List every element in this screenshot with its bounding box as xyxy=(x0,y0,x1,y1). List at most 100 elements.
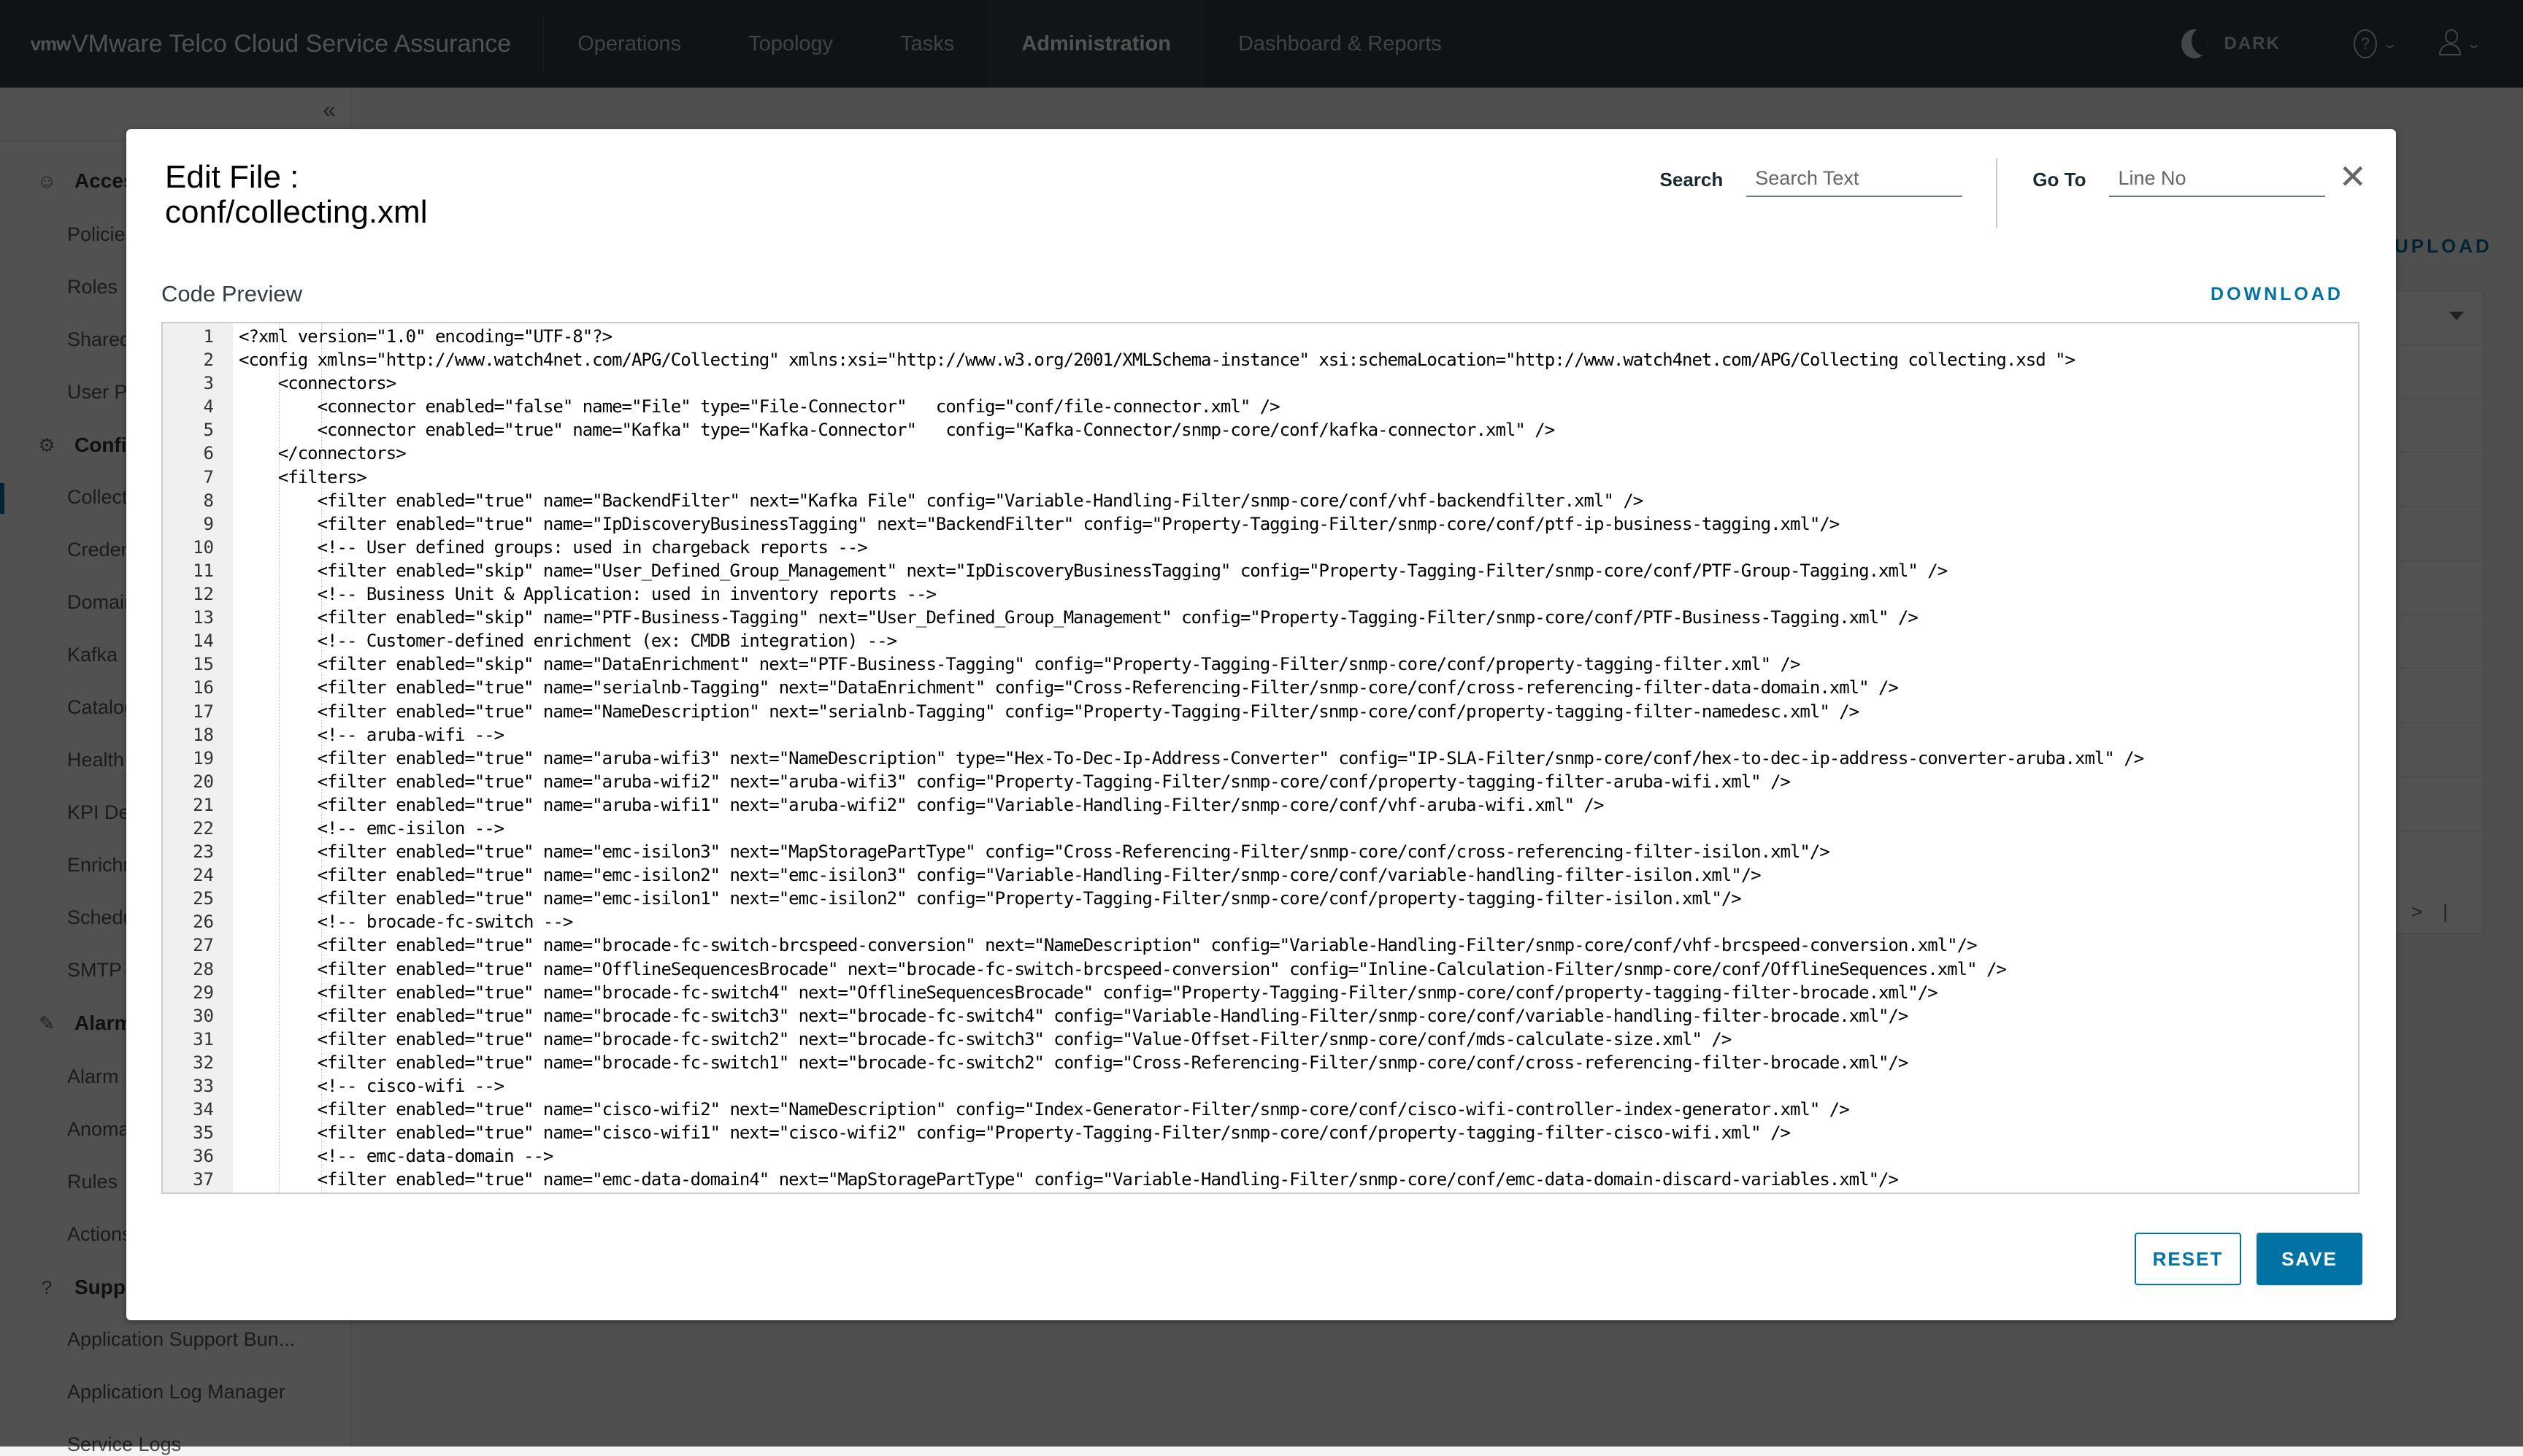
code-text: <filter enabled="true" name="emc-isilon2… xyxy=(239,865,1762,886)
code-line: 29 <filter enabled="true" name="brocade-… xyxy=(163,981,2358,1004)
line-number: 15 xyxy=(193,654,214,675)
code-line: 8 <filter enabled="true" name="BackendFi… xyxy=(163,489,2358,512)
code-line: 12 <!-- Business Unit & Application: use… xyxy=(163,582,2358,606)
line-number: 11 xyxy=(193,560,214,581)
code-text: <filter enabled="true" name="cisco-wifi1… xyxy=(239,1122,1791,1144)
line-number: 13 xyxy=(193,607,214,628)
code-text: <!-- emc-isilon --> xyxy=(239,817,505,839)
code-line: 18 <!-- aruba-wifi --> xyxy=(163,723,2358,747)
line-number: 27 xyxy=(193,935,214,956)
code-line: 11 <filter enabled="skip" name="User_Def… xyxy=(163,559,2358,582)
code-line: 35 <filter enabled="true" name="cisco-wi… xyxy=(163,1121,2358,1144)
search-label: Search xyxy=(1659,169,1724,190)
code-text: <filter enabled="true" name="brocade-fc-… xyxy=(239,1028,1732,1049)
code-line: 34 <filter enabled="true" name="cisco-wi… xyxy=(163,1098,2358,1121)
code-line: 19 <filter enabled="true" name="aruba-wi… xyxy=(163,747,2358,770)
line-number: 35 xyxy=(193,1122,214,1144)
line-number: 31 xyxy=(193,1028,214,1049)
code-text: <config xmlns="http://www.watch4net.com/… xyxy=(239,350,2075,371)
code-line: 14 <!-- Customer-defined enrichment (ex:… xyxy=(163,629,2358,652)
line-number: 2 xyxy=(203,350,214,371)
code-line: 16 <filter enabled="true" name="serialnb… xyxy=(163,676,2358,699)
code-line: 31 <filter enabled="true" name="brocade-… xyxy=(163,1028,2358,1051)
code-line: 37 <filter enabled="true" name="emc-data… xyxy=(163,1168,2358,1191)
edit-file-modal: Edit File : conf/collecting.xml Search G… xyxy=(126,129,2396,1320)
search-input[interactable] xyxy=(1746,158,1963,197)
download-button[interactable]: DOWNLOAD xyxy=(2211,284,2343,305)
line-number: 14 xyxy=(193,631,214,652)
code-text: <filter enabled="skip" name="User_Define… xyxy=(239,560,1948,581)
code-text: <connectors> xyxy=(239,373,396,394)
line-number: 20 xyxy=(193,771,214,792)
line-number: 12 xyxy=(193,584,214,605)
line-number: 24 xyxy=(193,865,214,886)
code-line: 7 <filters> xyxy=(163,466,2358,489)
line-number: 18 xyxy=(193,724,214,745)
code-text: <filter enabled="true" name="emc-isilon3… xyxy=(239,841,1830,863)
code-text: <!-- cisco-wifi --> xyxy=(239,1076,505,1096)
code-text: <filter enabled="true" name="brocade-fc-… xyxy=(239,982,1938,1003)
code-text: <filter enabled="true" name="brocade-fc-… xyxy=(239,1005,1909,1026)
code-line: 1 <?xml version="1.0" encoding="UTF-8"?> xyxy=(163,325,2358,348)
line-number: 4 xyxy=(203,396,214,417)
code-line: 33 <!-- cisco-wifi --> xyxy=(163,1074,2358,1098)
code-text: <!-- brocade-fc-switch --> xyxy=(239,912,574,933)
code-line: 5 <connector enabled="true" name="Kafka"… xyxy=(163,418,2358,442)
code-line: 10 <!-- User defined groups: used in cha… xyxy=(163,536,2358,559)
code-text: </connectors> xyxy=(239,443,407,464)
code-text: <connector enabled="true" name="Kafka" t… xyxy=(239,420,1556,441)
code-line: 15 <filter enabled="skip" name="DataEnri… xyxy=(163,652,2358,676)
code-line: 2 <config xmlns="http://www.watch4net.com… xyxy=(163,348,2358,371)
code-text: <filter enabled="true" name="cisco-wifi2… xyxy=(239,1099,1850,1120)
code-text: <filter enabled="true" name="brocade-fc-… xyxy=(239,1052,1909,1073)
line-number: 22 xyxy=(193,817,214,839)
code-line: 32 <filter enabled="true" name="brocade-… xyxy=(163,1051,2358,1074)
search-toolbar: Search Go To ✕ xyxy=(1660,158,2367,228)
code-text: <connector enabled="false" name="File" t… xyxy=(239,396,1280,417)
line-number: 9 xyxy=(203,513,214,534)
code-text: <?xml version="1.0" encoding="UTF-8"?> xyxy=(239,326,612,347)
line-number: 37 xyxy=(193,1169,214,1190)
code-text: <!-- aruba-wifi --> xyxy=(239,724,505,745)
code-line: 27 <filter enabled="true" name="brocade-… xyxy=(163,933,2358,957)
line-number: 28 xyxy=(193,958,214,979)
code-line: 22 <!-- emc-isilon --> xyxy=(163,817,2358,840)
line-number: 32 xyxy=(193,1052,214,1073)
close-icon[interactable]: ✕ xyxy=(2338,157,2367,196)
code-text: <filter enabled="true" name="emc-isilon1… xyxy=(239,888,1742,909)
line-number: 38 xyxy=(163,1191,214,1193)
goto-line-input[interactable] xyxy=(2109,158,2326,197)
toolbar-divider xyxy=(1996,158,1998,228)
code-text: <filter enabled="true" name="aruba-wifi1… xyxy=(239,794,1605,815)
line-number: 33 xyxy=(193,1076,214,1096)
line-number: 19 xyxy=(193,747,214,769)
line-number: 3 xyxy=(203,373,214,394)
save-button[interactable]: SAVE xyxy=(2257,1233,2362,1285)
modal-title-prefix: Edit File : xyxy=(165,159,299,195)
code-line: 26 <!-- brocade-fc-switch --> xyxy=(163,910,2358,933)
line-number: 34 xyxy=(193,1099,214,1120)
code-line: 28 <filter enabled="true" name="OfflineS… xyxy=(163,958,2358,981)
code-line: 24 <filter enabled="true" name="emc-isil… xyxy=(163,863,2358,887)
code-text: <filters> xyxy=(239,466,367,488)
line-number: 8 xyxy=(203,490,214,511)
line-number: 16 xyxy=(193,677,214,698)
line-number: 21 xyxy=(193,794,214,815)
code-line: 23 <filter enabled="true" name="emc-isil… xyxy=(163,840,2358,863)
code-text: <filter enabled="skip" name="PTF-Busines… xyxy=(239,607,1919,628)
line-number: 25 xyxy=(193,888,214,909)
goto-label: Go To xyxy=(2032,169,2086,190)
code-line: 9 <filter enabled="true" name="IpDiscove… xyxy=(163,512,2358,536)
line-number: 26 xyxy=(193,912,214,933)
code-line: 6 </connectors> xyxy=(163,442,2358,465)
line-number: 23 xyxy=(193,841,214,863)
line-number: 1 xyxy=(203,326,214,347)
code-text: <!-- Customer-defined enrichment (ex: CM… xyxy=(239,631,898,652)
code-line: 20 <filter enabled="true" name="aruba-wi… xyxy=(163,770,2358,793)
code-text: <filter enabled="true" name="OfflineSequ… xyxy=(239,958,2007,979)
line-number: 36 xyxy=(193,1146,214,1167)
code-line: 30 <filter enabled="true" name="brocade-… xyxy=(163,1004,2358,1028)
code-line: 36 <!-- emc-data-domain --> xyxy=(163,1144,2358,1168)
code-editor[interactable]: 1 <?xml version="1.0" encoding="UTF-8"?> 2… xyxy=(161,322,2359,1194)
reset-button[interactable]: RESET xyxy=(2135,1233,2241,1285)
